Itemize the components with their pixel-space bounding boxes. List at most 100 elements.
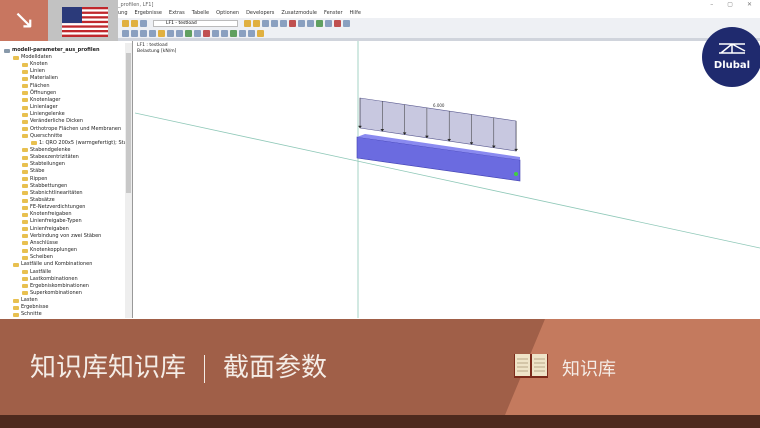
folder-icon (22, 270, 28, 274)
tool-icon[interactable] (131, 29, 138, 37)
tool-icon[interactable] (280, 19, 287, 27)
tree-item-label: Verbindung von zwei Stäben (30, 232, 102, 239)
menu-item[interactable]: Zusatzmodule (281, 10, 317, 18)
tool-icon[interactable] (140, 29, 147, 37)
folder-icon (22, 162, 28, 167)
tree-item[interactable]: Linienfreigabe-Typen (22, 218, 82, 225)
bridge-icon (719, 43, 746, 54)
tool-icon[interactable] (271, 19, 278, 27)
tool-icon[interactable] (307, 19, 314, 27)
folder-icon (13, 312, 19, 317)
tool-icon[interactable] (298, 19, 305, 27)
menu-item[interactable]: Optionen (216, 10, 239, 18)
tree-item[interactable]: Ergebniskombinationen (22, 283, 89, 290)
tree-item[interactable]: Materialien (22, 75, 58, 82)
tool-icon[interactable] (122, 29, 129, 37)
tree-item[interactable]: Stabteilungen (22, 161, 65, 168)
tree-item[interactable]: Ergebnisse (13, 304, 48, 311)
tree-item[interactable]: Öffnungen (22, 90, 56, 97)
tool-icon[interactable] (239, 29, 246, 37)
menu-item[interactable]: Fenster (324, 10, 343, 18)
folder-icon (13, 305, 19, 310)
tool-icon[interactable] (343, 19, 350, 27)
tree-item[interactable]: Liniengelenke (22, 111, 65, 118)
tree-item[interactable]: Stäbe (22, 168, 44, 175)
menu-item[interactable]: Ergebnisse (135, 10, 162, 18)
tree-item[interactable]: Verbindung von zwei Stäben (22, 233, 101, 240)
3d-viewport[interactable]: LF1 : testload Belastung [kN/m] 6.000 (135, 41, 760, 318)
maximize-button[interactable]: ▢ (727, 1, 733, 8)
tree-item[interactable]: Lastfälle (22, 269, 51, 276)
menu-item[interactable]: ung (118, 10, 128, 18)
tree-item[interactable]: Stabnichtlinearitäten (22, 190, 83, 197)
tree-item[interactable]: Stabexzentrizitäten (22, 154, 79, 161)
print-icon[interactable] (140, 19, 147, 27)
tree-item[interactable]: Knoten (22, 61, 48, 68)
tree-item[interactable]: Stabsätze (22, 197, 55, 204)
tree-item-label: Querschnitte (30, 132, 63, 139)
menu-item[interactable]: Tabelle (192, 10, 209, 18)
scrollbar-thumb[interactable] (126, 53, 131, 193)
tree-item[interactable]: Stabendgelenke (22, 147, 70, 154)
tree-item-label: Knotenkopplungen (30, 247, 77, 254)
tree-item[interactable]: Schnitte (13, 311, 42, 318)
menu-item[interactable]: Developers (246, 10, 274, 18)
tree-item[interactable]: Knotenfreigaben (22, 211, 72, 218)
tool-icon[interactable] (203, 29, 210, 37)
tree-item[interactable]: Superkombinationen (22, 290, 82, 297)
tool-icon[interactable] (185, 29, 192, 37)
node-marker[interactable] (514, 172, 518, 176)
close-button[interactable]: ✕ (747, 1, 752, 8)
tree-item[interactable]: Knotenkopplungen (22, 247, 77, 254)
tree-item[interactable]: Querschnitte (22, 133, 62, 140)
tree-item-label: Schnitte (21, 311, 42, 318)
tool-icon[interactable] (149, 29, 156, 37)
tree-item-label: Öffnungen (30, 89, 57, 96)
folder-icon (22, 205, 28, 210)
tree-item[interactable]: Lasten (13, 297, 38, 304)
tool-icon[interactable] (194, 29, 201, 37)
tree-item[interactable]: Veränderliche Dicken (22, 118, 83, 125)
tool-icon[interactable] (248, 29, 255, 37)
tree-item[interactable]: Orthotrope Flächen und Membranen (22, 126, 121, 133)
tree-item[interactable]: Rippen (22, 176, 47, 183)
tool-icon[interactable] (257, 29, 264, 37)
tool-icon[interactable] (212, 29, 219, 37)
tree-item-label: Linienfreigaben (30, 225, 69, 232)
tree-root-label: modell-parameter_aus_profilen (12, 47, 100, 53)
open-icon[interactable] (122, 19, 129, 27)
minimize-button[interactable]: – (710, 1, 713, 8)
tree-item[interactable]: Linienlager (22, 104, 58, 111)
tool-icon[interactable] (334, 19, 341, 27)
tree-item[interactable]: Knotenlager (22, 97, 60, 104)
tool-icon[interactable] (244, 19, 251, 27)
model-icon (4, 48, 10, 53)
tool-icon[interactable] (221, 29, 228, 37)
tool-icon[interactable] (253, 19, 260, 27)
menu-item[interactable]: Extras (169, 10, 185, 18)
tree-root[interactable]: modell-parameter_aus_profilen (4, 47, 100, 54)
save-icon[interactable] (131, 19, 138, 27)
tool-icon[interactable] (262, 19, 269, 27)
tree-item[interactable]: Stabbettungen (22, 183, 67, 190)
tool-icon[interactable] (325, 19, 332, 27)
tree-item[interactable]: Scheiben (22, 254, 53, 261)
tree-item[interactable]: 1: QRO 200x5 (warmgefertigt); Stahl (31, 140, 131, 147)
tool-icon[interactable] (167, 29, 174, 37)
menu-item[interactable]: Hilfe (350, 10, 361, 18)
tree-scrollbar[interactable] (125, 43, 132, 318)
tree-item[interactable]: Lastfälle und Kombinationen (13, 261, 92, 268)
tree-item[interactable]: Modelldaten (13, 54, 52, 61)
tree-item[interactable]: Linienfreigaben (22, 226, 69, 233)
loadcase-select[interactable]: LF1 - testload (153, 19, 238, 27)
tree-item[interactable]: FE-Netzverdichtungen (22, 204, 85, 211)
tool-icon[interactable] (316, 19, 323, 27)
tree-item[interactable]: Flächen (22, 83, 50, 90)
tool-icon[interactable] (158, 29, 165, 37)
tool-icon[interactable] (289, 19, 296, 27)
tree-item[interactable]: Linien (22, 68, 45, 75)
tool-icon[interactable] (176, 29, 183, 37)
tool-icon[interactable] (230, 29, 237, 37)
tree-item[interactable]: Anschlüsse (22, 240, 58, 247)
tree-item[interactable]: Lastkombinationen (22, 276, 78, 283)
